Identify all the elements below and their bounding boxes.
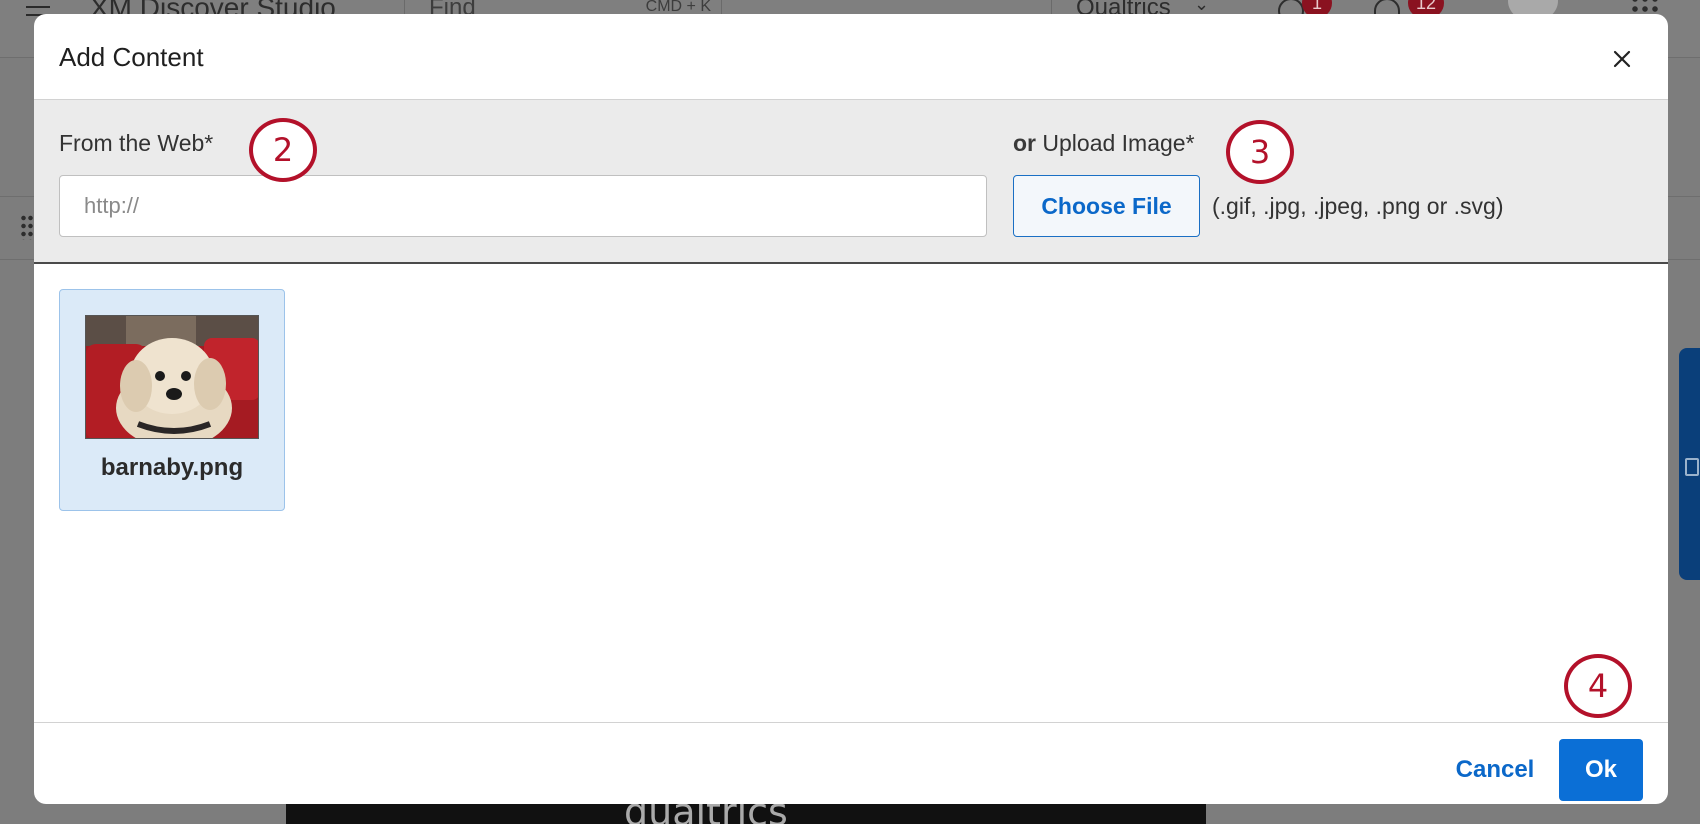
dialog-footer: Cancel Ok [34, 722, 1668, 804]
dog-photo [86, 316, 258, 438]
upload-label-text: Upload Image* [1042, 130, 1195, 156]
close-icon[interactable] [1610, 47, 1634, 71]
checkbox-icon [1685, 458, 1699, 476]
choose-file-button[interactable]: Choose File [1013, 175, 1200, 237]
image-gallery: barnaby.png [34, 264, 1668, 722]
image-thumbnail [85, 315, 259, 439]
image-card-selected[interactable]: barnaby.png [59, 289, 285, 511]
dialog-title: Add Content [59, 42, 204, 72]
drag-handle-icon[interactable] [20, 214, 34, 240]
supported-formats: (.gif, .jpg, .jpeg, .png or .svg) [1212, 193, 1504, 219]
upload-image-label: or Upload Image* [1013, 130, 1195, 157]
step-marker-2: 2 [249, 118, 317, 182]
dialog-header: Add Content [34, 14, 1668, 100]
or-label: or [1013, 130, 1036, 156]
step-marker-4: 4 [1564, 654, 1632, 718]
url-input[interactable] [59, 175, 987, 237]
step-marker-3: 3 [1226, 120, 1294, 184]
image-file-name: barnaby.png [100, 454, 244, 481]
from-web-label: From the Web* [59, 130, 214, 156]
ok-button[interactable]: Ok [1559, 739, 1643, 801]
chevron-down-icon: ⌄ [1194, 0, 1210, 14]
cancel-button[interactable]: Cancel [1432, 739, 1558, 801]
